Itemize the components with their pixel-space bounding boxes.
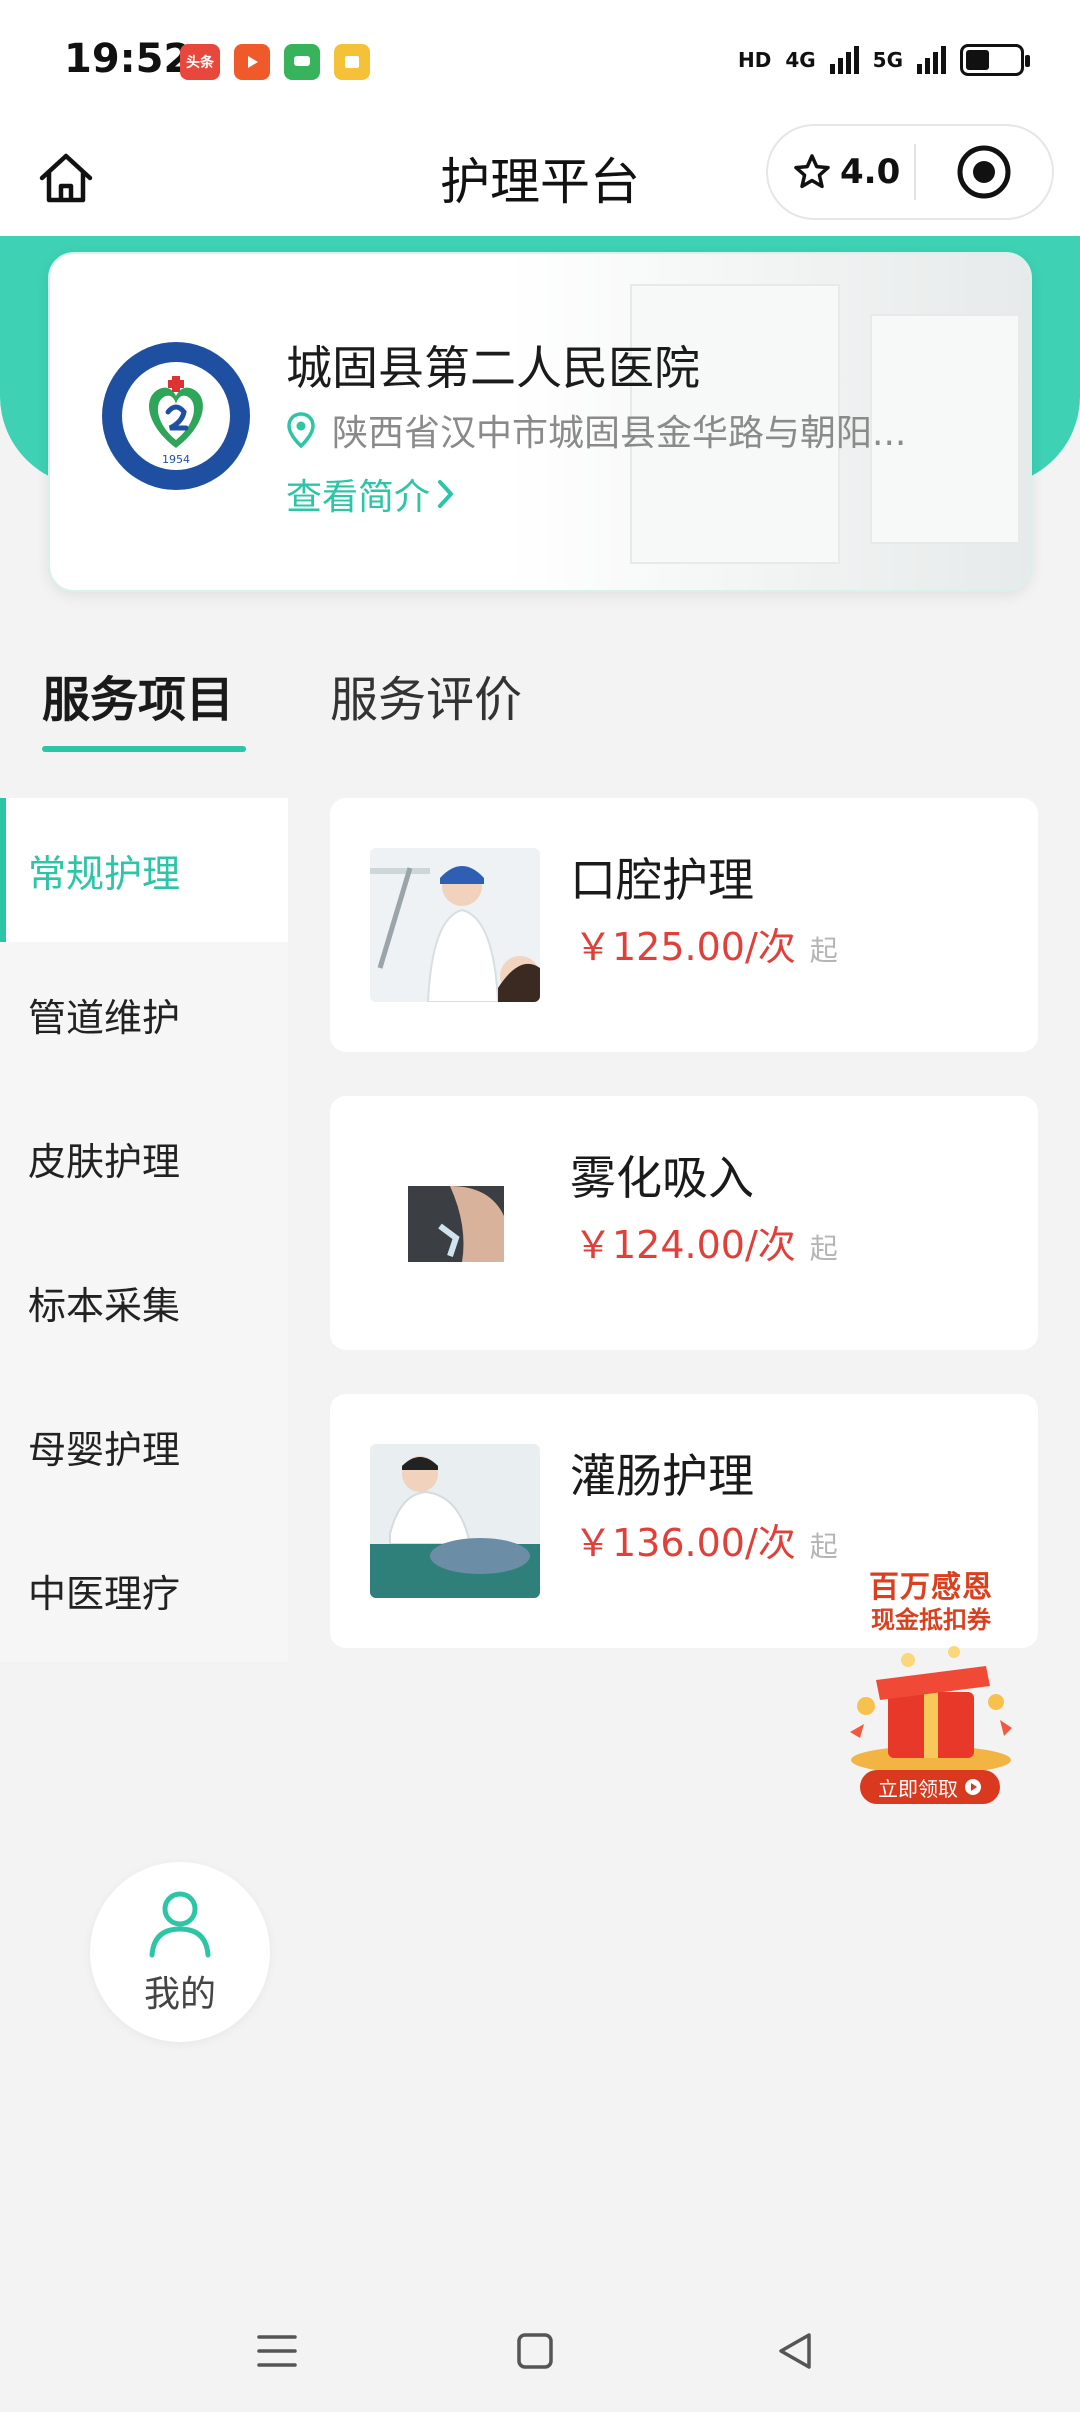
view-intro-label: 查看简介: [286, 477, 431, 518]
sidebar-item-maternal-infant-care[interactable]: 母婴护理: [0, 1374, 288, 1518]
mine-label: 我的: [143, 1974, 216, 2015]
rating-button[interactable]: 4.0: [768, 152, 914, 192]
status-indicators: HD 4G 5G: [737, 44, 1030, 76]
service-image-oral-care: [370, 848, 540, 1002]
promo-subtitle: 现金抵扣券: [871, 1606, 991, 1634]
rating-value: 4.0: [840, 152, 901, 192]
tab-service-reviews[interactable]: 服务评价: [330, 660, 522, 730]
close-mini-program-button[interactable]: [916, 144, 1052, 200]
hospital-card[interactable]: 1954 城固县第二人民医院 陕西省汉中市城固县金华路与朝阳... 查看简介: [48, 252, 1032, 592]
signal-4g-icon: [829, 46, 859, 74]
service-card[interactable]: 口腔护理 ￥125.00/次 起: [330, 798, 1038, 1052]
signal-5g-icon: [917, 46, 946, 74]
service-card[interactable]: 雾化吸入 ￥124.00/次 起: [330, 1096, 1038, 1350]
service-name: 雾化吸入: [570, 1151, 754, 1205]
active-tab-indicator: [42, 746, 246, 752]
service-image-enema-care: [370, 1444, 540, 1598]
service-price: ￥125.00/次: [574, 925, 796, 969]
hospital-address-row: 陕西省汉中市城固县金华路与朝阳...: [286, 404, 986, 456]
price-from-label: 起: [809, 934, 838, 967]
square-icon: [517, 2333, 553, 2369]
hospital-logo: 1954: [102, 342, 250, 490]
logo-year: 1954: [162, 453, 190, 466]
content-tabs: 服务项目 服务评价: [0, 650, 1080, 760]
status-app-icons: 头条: [180, 44, 370, 80]
gift-box-icon: [850, 1646, 1012, 1774]
sidebar-item-specimen-collection[interactable]: 标本采集: [0, 1230, 288, 1374]
user-icon: [149, 1891, 211, 1958]
battery-icon: [960, 44, 1030, 76]
service-price-row: ￥125.00/次 起: [574, 916, 838, 971]
chevron-right-icon: [438, 480, 454, 508]
category-sidebar: 常规护理 管道维护 皮肤护理 标本采集 母婴护理 中医理疗: [0, 798, 288, 1662]
service-name: 口腔护理: [570, 853, 754, 907]
sidebar-item-tube-maintenance[interactable]: 管道维护: [0, 942, 288, 1086]
service-image-nebulization: [370, 1146, 540, 1300]
system-navigation-bar: [0, 2286, 1080, 2412]
service-price-row: ￥124.00/次 起: [574, 1214, 838, 1269]
notes-app-icon: [334, 44, 370, 80]
mine-button[interactable]: 我的: [90, 1862, 270, 2042]
view-intro-link[interactable]: 查看简介: [286, 468, 456, 520]
sidebar-item-tcm-therapy[interactable]: 中医理疗: [0, 1518, 288, 1662]
back-triangle-icon: [779, 2333, 811, 2369]
back-nav-button[interactable]: [770, 2326, 820, 2376]
target-icon: [957, 145, 1011, 199]
mini-program-capsule: 4.0: [766, 124, 1054, 220]
network-4g-label: 4G: [785, 48, 816, 72]
menu-icon: [257, 2335, 297, 2367]
play-circle-icon: [965, 1779, 981, 1795]
sidebar-item-routine-care[interactable]: 常规护理: [0, 798, 288, 942]
promo-coupon-widget[interactable]: 百万感恩 现金抵扣券 立即领取: [826, 1560, 1036, 1810]
tab-service-items[interactable]: 服务项目: [42, 660, 234, 730]
video-app-icon: [234, 44, 270, 80]
toutiao-app-icon: 头条: [180, 44, 220, 80]
chat-app-icon: [284, 44, 320, 80]
hospital-address: 陕西省汉中市城固县金华路与朝阳...: [332, 413, 907, 454]
status-time: 19:52: [64, 36, 192, 82]
price-from-label: 起: [809, 1232, 838, 1265]
menu-nav-button[interactable]: [252, 2326, 302, 2376]
service-price: ￥124.00/次: [574, 1223, 796, 1267]
network-5g-label: 5G: [872, 48, 903, 72]
service-price: ￥136.00/次: [574, 1521, 796, 1565]
location-pin-icon: [287, 412, 315, 449]
hd-indicator: HD: [737, 48, 772, 72]
service-price-row: ￥136.00/次 起: [574, 1512, 838, 1567]
claim-now-button[interactable]: 立即领取: [860, 1770, 1000, 1804]
hospital-name: 城固县第二人民医院: [286, 341, 700, 395]
claim-now-label: 立即领取: [878, 1776, 958, 1801]
home-nav-button[interactable]: [510, 2326, 560, 2376]
status-bar: 19:52 头条 HD 4G 5G: [0, 0, 1080, 120]
price-from-label: 起: [809, 1530, 838, 1563]
service-name: 灌肠护理: [570, 1449, 754, 1503]
sidebar-item-skin-care[interactable]: 皮肤护理: [0, 1086, 288, 1230]
nav-bar: 护理平台 4.0: [0, 120, 1080, 236]
star-icon: [794, 154, 830, 189]
